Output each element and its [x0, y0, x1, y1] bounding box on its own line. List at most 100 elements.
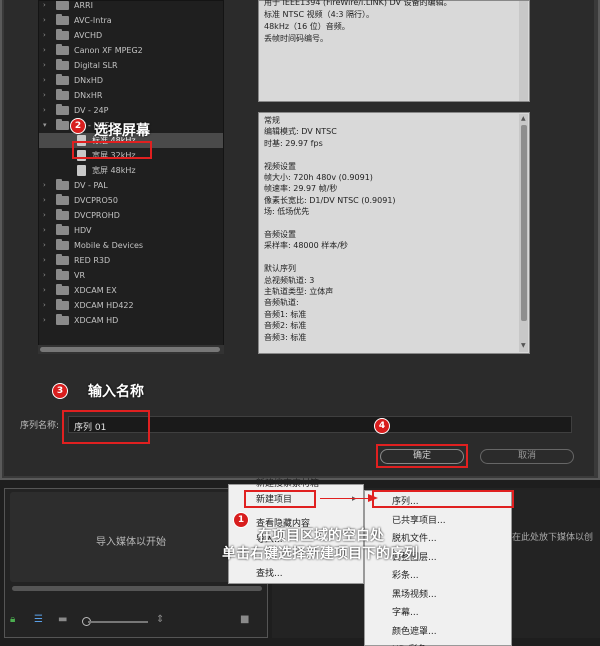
- folder-icon: [56, 314, 69, 325]
- folder-icon: [56, 104, 69, 115]
- chevron-down-icon[interactable]: ▾: [43, 118, 51, 133]
- preset-item[interactable]: 宽屏 48kHz: [39, 163, 223, 178]
- preset-label: XDCAM EX: [74, 286, 117, 295]
- preset-folder[interactable]: › HDV: [39, 223, 223, 238]
- chevron-right-icon[interactable]: ›: [43, 238, 51, 253]
- tree-scrollbar-thumb[interactable]: [40, 347, 220, 352]
- highlight-name-input: [62, 410, 150, 444]
- context-menu-item[interactable]: 新建搜索素材箱: [256, 476, 319, 489]
- project-scrollbar[interactable]: [12, 586, 262, 591]
- chevron-right-icon[interactable]: ›: [43, 298, 51, 313]
- preset-details-panel: 常规 编辑模式: DV NTSC 时基: 29.97 fps 视频设置 帧大小: …: [258, 112, 530, 354]
- step-badge-1: 1: [233, 512, 249, 528]
- submenu-arrow-icon: ▸: [352, 494, 357, 504]
- preset-folder[interactable]: › Digital SLR: [39, 58, 223, 73]
- zoom-slider-track[interactable]: [88, 621, 148, 623]
- preset-folder[interactable]: › AVC-Intra: [39, 13, 223, 28]
- highlight-preset: [72, 141, 152, 159]
- drop-media-hint: 在此处放下媒体以创: [512, 533, 594, 543]
- preset-label: Mobile & Devices: [74, 241, 144, 250]
- preset-label: DVCPRO50: [74, 196, 118, 205]
- new-bin-icon[interactable]: ■: [240, 614, 249, 625]
- preset-folder[interactable]: › DNxHR: [39, 88, 223, 103]
- preset-label: DVCPROHD: [74, 211, 120, 220]
- preset-tree[interactable]: › ARRI › AVC-Intra › AVCHD › Canon XF MPEG2 › Dig…: [38, 0, 224, 354]
- preset-folder[interactable]: › ARRI: [39, 1, 223, 13]
- chevron-right-icon[interactable]: ›: [43, 223, 51, 238]
- folder-icon: [56, 299, 69, 310]
- chevron-right-icon[interactable]: ›: [43, 73, 51, 88]
- scroll-up-arrow-icon[interactable]: ▲: [521, 116, 527, 122]
- chevron-right-icon[interactable]: ›: [43, 88, 51, 103]
- context-menu-item[interactable]: 查找...: [256, 566, 283, 579]
- submenu-item[interactable]: 彩条...: [392, 568, 419, 581]
- folder-icon: [56, 179, 69, 190]
- chevron-right-icon[interactable]: ›: [43, 43, 51, 58]
- description-scrollbar[interactable]: [519, 1, 528, 101]
- details-line: 采样率: 48000 样本/秒: [264, 241, 348, 251]
- folder-icon: [56, 209, 69, 220]
- chevron-right-icon[interactable]: ›: [43, 283, 51, 298]
- preset-folder[interactable]: › XDCAM HD: [39, 313, 223, 328]
- preset-folder[interactable]: › XDCAM HD422: [39, 298, 223, 313]
- chevron-right-icon[interactable]: ›: [43, 268, 51, 283]
- chevron-right-icon[interactable]: ›: [43, 178, 51, 193]
- chevron-right-icon[interactable]: ›: [43, 208, 51, 223]
- preset-folder[interactable]: › RED R3D: [39, 253, 223, 268]
- preset-folder[interactable]: › DVCPRO50: [39, 193, 223, 208]
- preset-folder[interactable]: › DNxHD: [39, 73, 223, 88]
- preset-label: RED R3D: [74, 256, 111, 265]
- preset-folder[interactable]: › DV - 24P: [39, 103, 223, 118]
- chevron-right-icon[interactable]: ›: [43, 1, 51, 13]
- chevron-right-icon[interactable]: ›: [43, 58, 51, 73]
- folder-icon: [56, 239, 69, 250]
- details-line: 编辑模式: DV NTSC: [264, 127, 337, 137]
- details-line: 帧速率: 29.97 帧/秒: [264, 184, 338, 194]
- preset-folder[interactable]: › DVCPROHD: [39, 208, 223, 223]
- chevron-right-icon[interactable]: ›: [43, 28, 51, 43]
- chevron-right-icon[interactable]: ›: [43, 253, 51, 268]
- preset-label: ARRI: [74, 1, 93, 10]
- details-line: 总视频轨道: 3: [264, 275, 315, 285]
- icon-view-icon[interactable]: ▬: [58, 614, 67, 625]
- preset-label: DV - 24P: [74, 106, 109, 115]
- annotation-arrow-line: [320, 498, 372, 499]
- preset-label: Digital SLR: [74, 61, 118, 70]
- preset-label: XDCAM HD: [74, 316, 119, 325]
- list-view-icon[interactable]: ☰: [34, 614, 43, 625]
- scroll-down-arrow-icon[interactable]: ▼: [521, 343, 527, 349]
- folder-icon: [56, 1, 69, 10]
- submenu-item[interactable]: 黑场视频...: [392, 587, 437, 600]
- chevron-right-icon[interactable]: ›: [43, 193, 51, 208]
- chevron-right-icon[interactable]: ›: [43, 13, 51, 28]
- preset-folder[interactable]: › DV - PAL: [39, 178, 223, 193]
- chevron-right-icon[interactable]: ›: [43, 103, 51, 118]
- submenu-item[interactable]: HD 彩条...: [392, 642, 435, 646]
- details-line: 帧大小: 720h 480v (0.9091): [264, 173, 373, 182]
- preset-folder[interactable]: › VR: [39, 268, 223, 283]
- preset-folder[interactable]: › AVCHD: [39, 28, 223, 43]
- folder-icon: [56, 269, 69, 280]
- preset-folder[interactable]: › Canon XF MPEG2: [39, 43, 223, 58]
- description-line: 48kHz（16 位）音频。: [264, 22, 350, 31]
- details-scrollbar-thumb[interactable]: [521, 125, 527, 321]
- folder-icon: [56, 74, 69, 85]
- step-badge-2: 2: [70, 118, 86, 134]
- submenu-item[interactable]: 字幕...: [392, 605, 419, 618]
- note-instruction-line1: 在项目区域的空白处: [258, 528, 384, 544]
- step-badge-3: 3: [52, 383, 68, 399]
- description-line: 用于 IEEE1394 (FireWire/i.LINK) DV 设备的编辑。: [264, 0, 452, 7]
- chevron-right-icon[interactable]: ›: [43, 313, 51, 328]
- submenu-item[interactable]: 已共享项目...: [392, 513, 446, 526]
- preset-folder[interactable]: › XDCAM EX: [39, 283, 223, 298]
- note-instruction-line2: 单击右键选择新建项目下的序列: [222, 546, 418, 562]
- preset-folder[interactable]: › Mobile & Devices: [39, 238, 223, 253]
- cancel-button[interactable]: 取消: [480, 449, 574, 464]
- lock-icon[interactable]: 🔒︎: [10, 614, 15, 625]
- sequence-name-label: 序列名称:: [20, 421, 60, 431]
- submenu-item[interactable]: 颜色遮罩...: [392, 624, 437, 637]
- details-line: 音频轨道:: [264, 298, 299, 308]
- folder-icon: [56, 194, 69, 205]
- sort-icon[interactable]: ⇕: [156, 614, 164, 625]
- details-line: 像素长宽比: D1/DV NTSC (0.9091): [264, 195, 396, 205]
